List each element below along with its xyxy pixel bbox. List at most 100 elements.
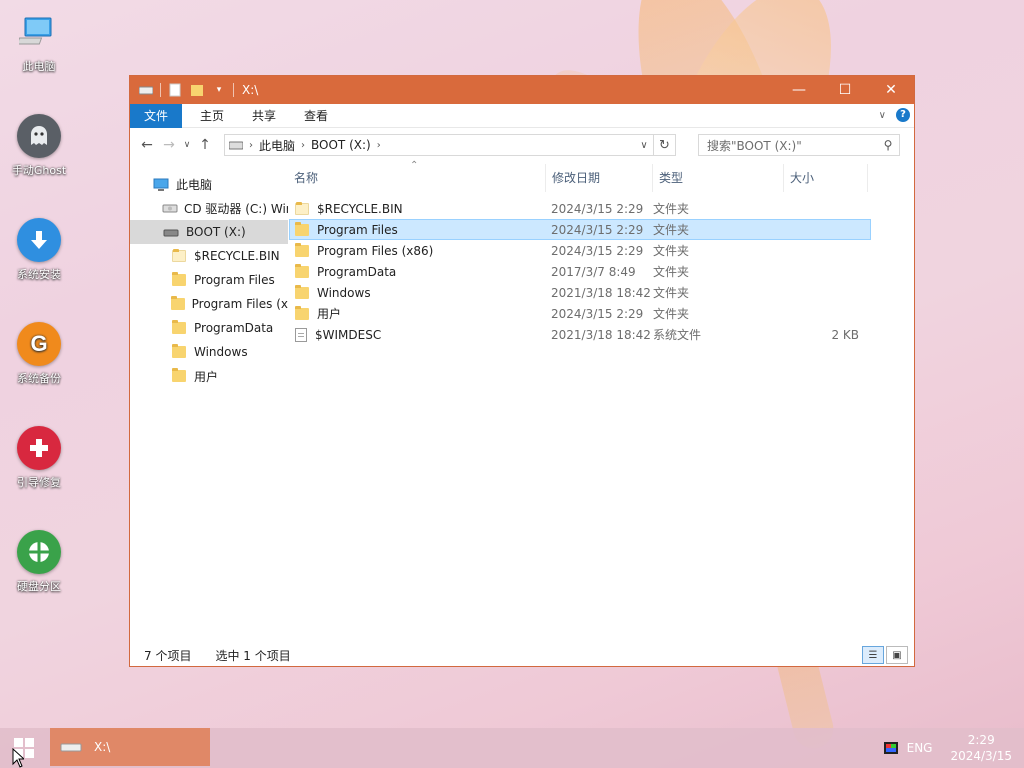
tree-item-folder[interactable]: Program Files (x [130, 292, 288, 316]
taskbar-item-explorer[interactable]: X:\ [50, 728, 210, 766]
desktop-icon-system-backup[interactable]: G 系统备份 [4, 322, 74, 386]
column-header-type[interactable]: 类型 [653, 164, 784, 192]
file-name: Program Files (x86) [317, 243, 434, 258]
details-view-icon[interactable]: ☰ [862, 646, 884, 664]
tab-home[interactable]: 主页 [186, 104, 238, 128]
up-button[interactable]: ↑ [194, 134, 216, 156]
title-bar[interactable]: ▾ X:\ — ☐ ✕ [130, 76, 914, 104]
file-row-selected[interactable]: Program Files 2024/3/15 2:29 文件夹 [289, 219, 871, 240]
address-bar[interactable]: › 此电脑 › BOOT (X:) › ∨ [224, 134, 654, 156]
search-placeholder: 搜索"BOOT (X:)" [707, 138, 802, 153]
maximize-button[interactable]: ☐ [822, 76, 868, 104]
tree-item-folder[interactable]: Program Files [130, 268, 288, 292]
quick-access-dropdown-icon[interactable]: ▾ [211, 82, 227, 98]
properties-icon[interactable] [167, 82, 183, 98]
file-rows: $RECYCLE.BIN 2024/3/15 2:29 文件夹 Program … [288, 192, 914, 345]
tree-item-folder[interactable]: $RECYCLE.BIN [130, 244, 288, 268]
minimize-button[interactable]: — [776, 76, 822, 104]
column-header-size[interactable]: 大小 [784, 164, 868, 192]
desktop-icon-label: 此电脑 [22, 60, 56, 73]
file-size: 2 KB [831, 327, 859, 342]
backup-g-icon: G [17, 322, 61, 366]
file-row[interactable]: Program Files (x86) 2024/3/15 2:29 文件夹 [289, 240, 871, 261]
desktop-icon-disk-partition[interactable]: 硬盘分区 [4, 530, 74, 594]
tree-item-this-pc[interactable]: 此电脑 [130, 172, 288, 196]
folder-icon [295, 201, 309, 215]
tree-item-label: Program Files (x [191, 297, 288, 311]
file-name: $RECYCLE.BIN [317, 201, 403, 216]
desktop-icon-this-pc[interactable]: 此电脑 [4, 10, 74, 74]
tree-item-folder[interactable]: 用户 [130, 364, 288, 388]
forward-button[interactable]: → [158, 134, 180, 156]
vertical-scrollbar[interactable] [888, 164, 914, 644]
mouse-cursor-icon [12, 748, 24, 768]
start-button[interactable] [0, 728, 48, 768]
tab-file[interactable]: 文件 [130, 103, 183, 128]
folder-icon [295, 263, 309, 278]
expand-ribbon-chevron-icon[interactable]: ∨ [879, 110, 886, 121]
file-icon [295, 327, 307, 342]
file-date: 2024/3/15 2:29 [551, 201, 644, 216]
drive-icon [138, 82, 154, 98]
desktop-icon-boot-repair[interactable]: 引导修复 [4, 426, 74, 490]
column-header-date[interactable]: 修改日期 [546, 164, 653, 192]
tree-item-label: 此电脑 [176, 177, 213, 192]
file-type: 文件夹 [653, 202, 690, 216]
file-row[interactable]: Windows 2021/3/18 18:42 文件夹 [289, 282, 871, 303]
folder-icon [170, 296, 186, 311]
refresh-button[interactable]: ↻ [654, 134, 676, 156]
tree-item-label: $RECYCLE.BIN [194, 249, 280, 263]
file-type: 文件夹 [653, 286, 690, 300]
breadcrumb-boot-drive[interactable]: BOOT (X:) [305, 138, 377, 152]
desktop-icon-manual-ghost[interactable]: 手动Ghost [4, 114, 74, 178]
file-row[interactable]: 用户 2024/3/15 2:29 文件夹 [289, 303, 871, 324]
display-settings-icon[interactable] [883, 741, 899, 755]
file-date: 2021/3/18 18:42 [551, 285, 651, 300]
folder-icon [170, 368, 188, 383]
item-count: 7 个项目 [144, 648, 192, 663]
recent-locations-chevron-icon[interactable]: ∨ [180, 134, 194, 156]
breadcrumb-arrow-icon[interactable]: › [377, 140, 381, 151]
window-title: X:\ [242, 83, 259, 97]
folder-icon [170, 320, 188, 335]
tree-item-boot-drive[interactable]: BOOT (X:) [130, 220, 288, 244]
large-icons-view-icon[interactable]: ▣ [886, 646, 908, 664]
file-date: 2021/3/18 18:42 [551, 327, 651, 342]
cd-drive-icon [162, 201, 178, 215]
status-bar: 7 个项目 选中 1 个项目 ☰ ▣ [130, 644, 914, 666]
close-button[interactable]: ✕ [868, 76, 914, 104]
file-row[interactable]: ProgramData 2017/3/7 8:49 文件夹 [289, 261, 871, 282]
new-folder-icon[interactable] [189, 82, 205, 98]
taskbar-item-label: X:\ [94, 740, 111, 754]
file-row[interactable]: $RECYCLE.BIN 2024/3/15 2:29 文件夹 [289, 198, 871, 219]
tab-share[interactable]: 共享 [238, 104, 290, 128]
clock[interactable]: 2:29 2024/3/15 [950, 732, 1012, 764]
input-language[interactable]: ENG [907, 741, 933, 755]
file-date: 2024/3/15 2:29 [551, 243, 644, 258]
navigation-pane: 此电脑 CD 驱动器 (C:) Wir BOOT (X:) $RECYCLE.B… [130, 164, 288, 644]
tab-view[interactable]: 查看 [290, 104, 342, 128]
ribbon-tabs: 文件 主页 共享 查看 ∨ ? [130, 103, 914, 128]
back-button[interactable]: ← [136, 134, 158, 156]
computer-icon [17, 10, 61, 54]
computer-icon [152, 177, 170, 191]
drive-icon [162, 225, 180, 239]
explorer-content: 此电脑 CD 驱动器 (C:) Wir BOOT (X:) $RECYCLE.B… [130, 160, 914, 644]
file-list: ⌃ 名称 修改日期 类型 大小 $RECYCLE.BIN 2024/3/15 2… [288, 160, 914, 644]
tree-item-folder[interactable]: Windows [130, 340, 288, 364]
desktop-icon-system-install[interactable]: 系统安装 [4, 218, 74, 282]
file-type: 文件夹 [653, 244, 690, 258]
tree-item-cd-drive[interactable]: CD 驱动器 (C:) Wir [130, 196, 288, 220]
file-name: 用户 [317, 307, 342, 321]
file-type: 文件夹 [653, 307, 690, 321]
file-row[interactable]: $WIMDESC 2021/3/18 18:42 系统文件 2 KB [289, 324, 871, 345]
system-tray: ENG 2:29 2024/3/15 [883, 728, 1024, 768]
breadcrumb-this-pc[interactable]: 此电脑 [253, 137, 301, 154]
selected-count: 选中 1 个项目 [215, 648, 291, 663]
desktop-icon-label: 硬盘分区 [17, 580, 61, 593]
file-name: $WIMDESC [315, 327, 382, 342]
search-box[interactable]: 搜索"BOOT (X:)" ⚲ [698, 134, 900, 156]
help-icon[interactable]: ? [896, 108, 910, 122]
tree-item-folder[interactable]: ProgramData [130, 316, 288, 340]
address-dropdown-icon[interactable]: ∨ [635, 140, 653, 151]
